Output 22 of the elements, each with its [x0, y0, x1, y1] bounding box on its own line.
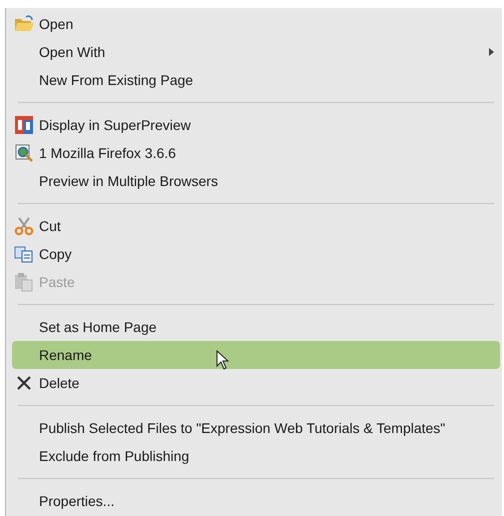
- folder-icon: [14, 14, 34, 34]
- menu-item[interactable]: New From Existing Page: [12, 66, 500, 94]
- menu-item[interactable]: Preview in Multiple Browsers: [12, 167, 500, 195]
- menu-item[interactable]: Copy: [12, 240, 500, 268]
- menu-item[interactable]: Properties...: [12, 487, 500, 515]
- menu-item[interactable]: Set as Home Page: [12, 313, 500, 341]
- menu-item[interactable]: Open With: [12, 38, 500, 66]
- menu-item[interactable]: Cut: [12, 212, 500, 240]
- menu-item[interactable]: Display in SuperPreview: [12, 111, 500, 139]
- submenu-arrow-icon: [489, 48, 494, 56]
- scissors-icon: [14, 216, 34, 236]
- copy-icon: [14, 244, 34, 264]
- menu-item[interactable]: Publish Selected Files to "Expression Web Tutorials & Templates": [12, 414, 500, 442]
- menu-item[interactable]: Exclude from Publishing: [12, 442, 500, 470]
- clipboard-icon: [14, 272, 34, 292]
- menu-item[interactable]: Delete: [12, 369, 500, 397]
- menu-item[interactable]: 1 Mozilla Firefox 3.6.6: [12, 139, 500, 167]
- logo-icon: [14, 115, 34, 135]
- mouse-cursor-icon: [216, 350, 229, 370]
- menu-item[interactable]: Open: [12, 10, 500, 38]
- magnifier-page-icon: [14, 143, 34, 163]
- menu-item[interactable]: Rename: [12, 341, 500, 369]
